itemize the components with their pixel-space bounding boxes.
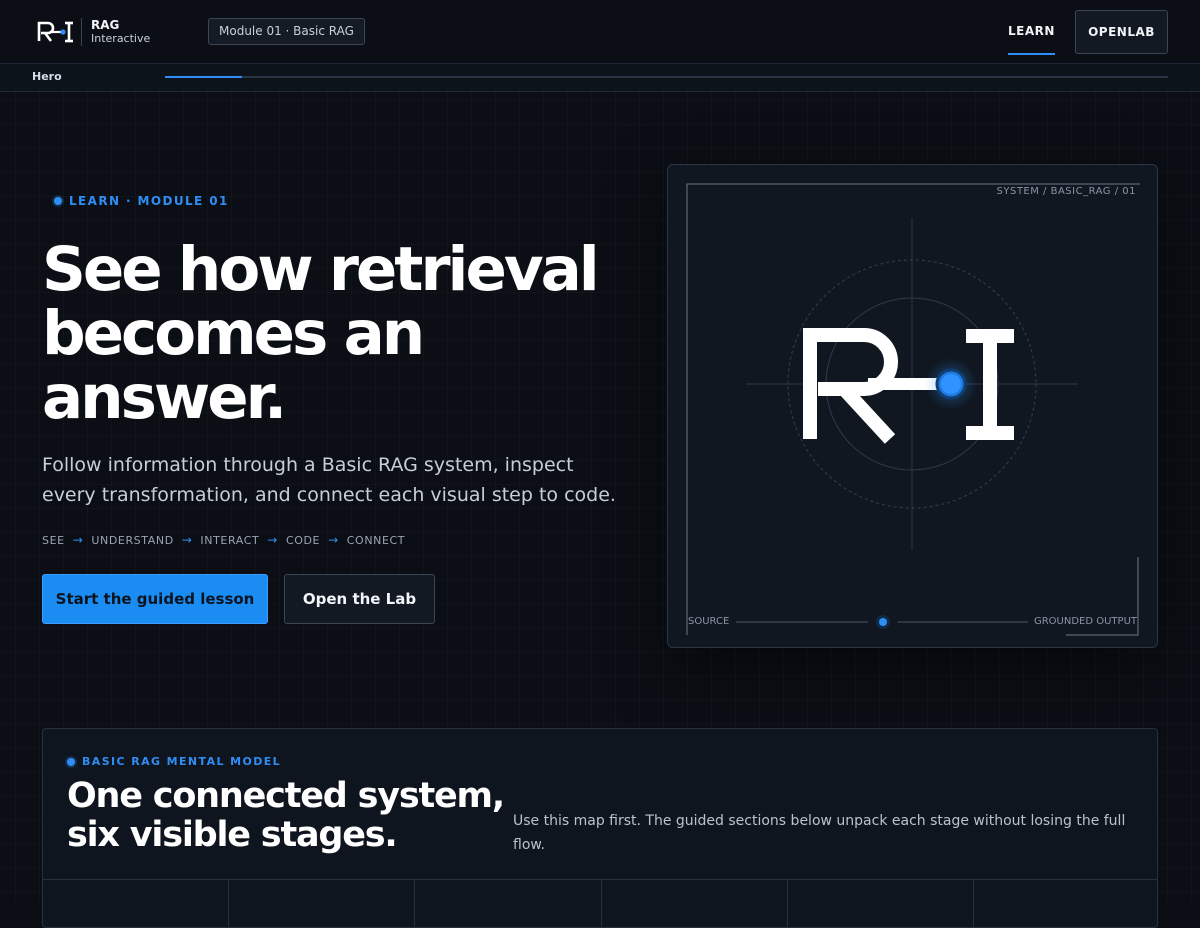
hero-eyebrow-text: LEARN · MODULE 01 (69, 194, 229, 208)
step-code: CODE (285, 533, 321, 547)
diagram-source-label: SOURCE (688, 616, 730, 627)
current-section-label: Hero (32, 70, 62, 83)
brand-divider (81, 18, 82, 46)
module-selector-chip[interactable]: Module 01 · Basic RAG (208, 18, 365, 45)
eyebrow-dot-icon (67, 757, 75, 766)
arrow-right-icon: → (181, 533, 193, 547)
brand-subtitle: Interactive (91, 32, 151, 45)
brand-name: RAG (91, 18, 120, 32)
diagram-frame-line (686, 183, 1140, 635)
brand-text: RAG Interactive (91, 18, 151, 46)
rag-logo-icon (37, 21, 73, 43)
nav-openlab-button[interactable]: OPENLAB (1075, 10, 1168, 54)
model-title: One connected system, six visible stages… (67, 776, 505, 855)
open-lab-button[interactable]: Open the Lab (284, 574, 435, 624)
stage-cell[interactable] (974, 880, 1157, 927)
stage-cell[interactable] (229, 880, 416, 927)
step-understand: UNDERSTAND (91, 533, 174, 547)
diagram-system-code: SYSTEM / BASIC_RAG / 01 (996, 186, 1136, 197)
arrow-right-icon: → (267, 533, 278, 547)
model-eyebrow-text: BASIC RAG MENTAL MODEL (82, 755, 282, 768)
nav-learn-tab[interactable]: LEARN (1008, 17, 1055, 55)
section-progress-bar: Hero (0, 64, 1200, 92)
learning-steps: SEE → UNDERSTAND → INTERACT → CODE → CON… (42, 533, 405, 547)
model-description: Use this map first. The guided sections … (513, 813, 1126, 853)
progress-track (165, 76, 1168, 78)
hero-description: Follow information through a Basic RAG s… (42, 454, 616, 506)
step-interact: INTERACT (200, 533, 260, 547)
hero-title: See how retrieval becomes an answer. (42, 234, 600, 433)
stage-cell[interactable] (602, 880, 788, 927)
flow-node-dot (879, 618, 887, 626)
stage-grid (43, 879, 1157, 927)
system-diagram-card: SYSTEM / BASIC_RAG / 01 SOURCE GROUNDED … (667, 164, 1158, 648)
start-guided-lesson-button[interactable]: Start the guided lesson (42, 574, 268, 624)
stage-cell[interactable] (43, 880, 230, 927)
model-eyebrow: BASIC RAG MENTAL MODEL (67, 755, 281, 768)
step-connect: CONNECT (346, 533, 406, 547)
hero-eyebrow: LEARN · MODULE 01 (54, 194, 229, 208)
step-see: SEE (42, 533, 65, 547)
progress-fill (165, 76, 243, 78)
mental-model-card: BASIC RAG MENTAL MODEL One connected sys… (42, 728, 1158, 928)
arrow-right-icon: → (72, 533, 84, 547)
stage-cell[interactable] (788, 880, 974, 927)
stage-cell[interactable] (415, 880, 602, 927)
diagram-output-label: GROUNDED OUTPUT (1033, 616, 1137, 627)
top-nav-bar: RAG Interactive Module 01 · Basic RAG LE… (0, 0, 1200, 64)
eyebrow-dot-icon (54, 197, 62, 205)
system-diagram-graphic (686, 183, 1140, 636)
hero-section: LEARN · MODULE 01 See how retrieval beco… (0, 92, 1200, 928)
arrow-right-icon: → (328, 533, 339, 547)
brand-logo-link[interactable]: RAG Interactive (37, 16, 150, 48)
